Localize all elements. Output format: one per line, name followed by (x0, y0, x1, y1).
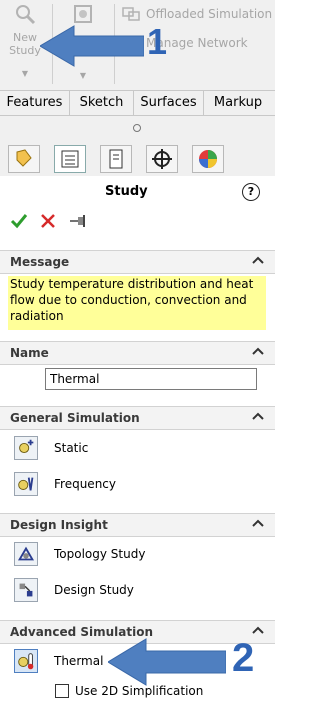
crosshair-icon (152, 149, 172, 169)
chevron-down-icon: ▼ (21, 69, 29, 78)
new-study-icon (16, 5, 36, 25)
chevron-up-icon[interactable] (251, 623, 265, 637)
chevron-up-icon[interactable] (251, 409, 265, 423)
study-advisor-icon (74, 5, 92, 23)
chevron-down-icon: ▼ (79, 71, 87, 80)
annotation-number-1: 1 (147, 21, 168, 62)
tab-surfaces[interactable]: Surfaces (134, 91, 204, 115)
study-type-topology[interactable]: Topology Study (14, 542, 145, 566)
study-type-frequency[interactable]: Frequency (14, 472, 116, 496)
configuration-manager-icon (109, 149, 123, 169)
use-2d-simplification-label: Use 2D Simplification (75, 684, 204, 698)
design-insight-header[interactable]: Design Insight (0, 513, 275, 537)
study-type-label: Thermal (54, 654, 104, 668)
use-2d-simplification-option[interactable]: Use 2D Simplification (55, 684, 203, 698)
message-box: Study temperature distribution and heat … (8, 276, 266, 330)
feature-tree-icon (16, 149, 32, 167)
study-type-static[interactable]: Static (14, 436, 88, 460)
chevron-up-icon[interactable] (251, 344, 265, 358)
study-type-design[interactable]: Design Study (14, 578, 134, 602)
use-2d-simplification-checkbox[interactable] (55, 684, 69, 698)
ok-button[interactable] (10, 212, 28, 230)
tab-markup[interactable]: Markup (204, 91, 272, 115)
panel-title: Study (105, 184, 148, 199)
chevron-up-icon[interactable] (251, 253, 265, 267)
name-section-header[interactable]: Name (0, 341, 275, 365)
property-manager-tab[interactable] (54, 145, 86, 173)
display-manager-icon (199, 150, 217, 168)
manager-tabs (0, 140, 275, 177)
design-study-icon (14, 578, 38, 602)
study-type-thermal[interactable]: Thermal (14, 649, 103, 673)
help-button[interactable]: ? (242, 183, 260, 201)
study-type-label: Frequency (54, 477, 116, 491)
pin-button[interactable] (68, 212, 88, 230)
command-manager-tabs: Features Sketch Surfaces Markup (0, 90, 275, 116)
offloaded-simulation-icon (122, 7, 140, 21)
panel-splitter[interactable] (0, 116, 275, 140)
name-section-title: Name (10, 346, 49, 360)
study-name-input[interactable] (45, 368, 257, 390)
message-section-header[interactable]: Message (0, 250, 275, 274)
thermal-study-icon (14, 649, 38, 673)
message-section-title: Message (10, 255, 70, 269)
configuration-manager-tab[interactable] (100, 145, 132, 173)
dimxpert-manager-tab[interactable] (146, 145, 178, 173)
offloaded-simulation-button[interactable]: Offloaded Simulation (122, 6, 272, 22)
general-simulation-title: General Simulation (10, 411, 140, 425)
topology-study-icon (14, 542, 38, 566)
help-icon: ? (247, 185, 255, 198)
tab-features[interactable]: Features (0, 91, 70, 115)
static-study-icon (14, 436, 38, 460)
annotation-arrow-2 (108, 638, 226, 686)
study-type-label: Static (54, 441, 89, 455)
offloaded-simulation-label: Offloaded Simulation (146, 7, 273, 21)
message-text: Study temperature distribution and heat … (10, 277, 254, 323)
study-type-label: Design Study (54, 583, 134, 597)
property-manager-icon (61, 150, 79, 168)
study-type-label: Topology Study (54, 547, 146, 561)
cancel-button[interactable] (40, 213, 56, 229)
design-insight-title: Design Insight (10, 518, 108, 532)
tab-sketch[interactable]: Sketch (70, 91, 134, 115)
general-simulation-header[interactable]: General Simulation (0, 406, 275, 430)
annotation-number-2: 2 (232, 636, 255, 680)
frequency-study-icon (14, 472, 38, 496)
annotation-arrow-1 (40, 25, 144, 67)
display-manager-tab[interactable] (192, 145, 224, 173)
splitter-handle-icon[interactable] (133, 124, 141, 132)
feature-manager-tab[interactable] (8, 145, 40, 173)
chevron-up-icon[interactable] (251, 516, 265, 530)
